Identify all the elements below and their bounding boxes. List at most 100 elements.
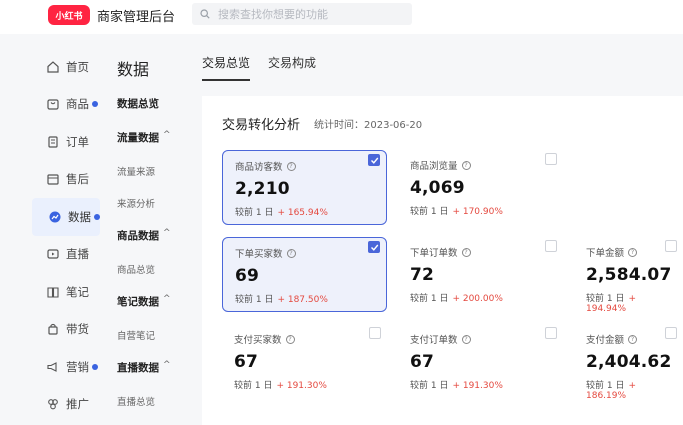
metric-label-row: 支付订单数? <box>410 332 551 346</box>
order-icon <box>48 136 58 148</box>
sidebar-item-goods[interactable]: 商品 <box>30 86 102 124</box>
metric-label: 支付买家数 <box>234 335 282 346</box>
metric-card[interactable]: 支付买家数? 67 较前 1 日 + 191.30% <box>222 324 387 399</box>
metric-checkbox[interactable] <box>368 241 380 253</box>
data-icon <box>49 211 61 223</box>
metric-checkbox[interactable] <box>545 327 557 339</box>
sidebar-item-live[interactable]: 直播 <box>30 236 102 274</box>
sidebar-item-after-sales[interactable]: 售后 <box>30 161 102 199</box>
metric-label: 商品浏览量 <box>410 161 458 172</box>
chevron-up-icon: ^ <box>163 228 171 238</box>
sidebar-item-label: 直播 <box>66 247 89 262</box>
metric-card[interactable]: 支付金额? 2,404.62 较前 1 日 + 186.19% <box>574 324 683 401</box>
metric-checkbox[interactable] <box>665 240 677 252</box>
tab-trade-overview[interactable]: 交易总览 <box>202 54 251 81</box>
compare-label: 较前 1 日 <box>235 295 274 305</box>
subnav-own-notes[interactable]: 自营笔记 <box>117 328 197 360</box>
sidebar-item-marketing[interactable]: 营销 <box>30 348 102 386</box>
subnav-live-overview[interactable]: 直播总览 <box>117 394 197 425</box>
metric-label: 下单金额 <box>586 248 625 259</box>
sidebar-item-home[interactable]: 首页 <box>30 48 102 86</box>
subnav-notes-group[interactable]: 笔记数据 ^ <box>117 294 197 328</box>
metric-label: 下单买家数 <box>235 249 283 260</box>
subnav-goods-overview[interactable]: 商品总览 <box>117 262 197 294</box>
metric-card[interactable]: 下单金额? 2,584.07 较前 1 日 + 194.94% <box>574 237 683 314</box>
subnav-label: 直播数据 <box>117 362 159 374</box>
search-input[interactable]: 搜索查找你想要的功能 <box>192 3 412 25</box>
metric-value: 4,069 <box>410 178 465 198</box>
sidebar-item-orders[interactable]: 订单 <box>30 123 102 161</box>
subnav-traffic-group[interactable]: 流量数据 ^ <box>117 130 197 164</box>
metric-label: 商品访客数 <box>235 162 283 173</box>
sidebar-item-promo[interactable]: 推广 <box>30 386 102 424</box>
compare-label: 较前 1 日 <box>586 381 625 391</box>
help-icon[interactable]: ? <box>285 334 295 344</box>
sidebar-item-label: 带货 <box>66 322 89 337</box>
sidebar-item-label: 订单 <box>66 134 89 149</box>
goods-icon <box>47 99 59 110</box>
search-icon <box>200 9 210 19</box>
help-icon[interactable]: ? <box>628 334 638 344</box>
top-bar: 小红书 商家管理后台 搜索查找你想要的功能 <box>0 0 683 34</box>
compare-label: 较前 1 日 <box>410 294 449 304</box>
subnav-data-overview[interactable]: 数据总览 <box>117 96 197 130</box>
subnav-goods-group[interactable]: 商品数据 ^ <box>117 228 197 262</box>
metric-card[interactable]: 下单买家数? 69 较前 1 日 + 187.50% <box>222 237 387 312</box>
metric-checkbox[interactable] <box>368 154 380 166</box>
metric-checkbox[interactable] <box>369 327 381 339</box>
home-icon <box>47 60 59 73</box>
sidebar-item-data[interactable]: 数据 <box>32 198 100 236</box>
sidebar-item-label: 笔记 <box>66 284 89 299</box>
metric-compare: 较前 1 日 + 186.19% <box>586 378 671 401</box>
subnav-label: 商品数据 <box>117 230 159 242</box>
compare-label: 较前 1 日 <box>234 381 273 391</box>
sidebar-item-label: 推广 <box>66 397 89 412</box>
metric-card[interactable]: 下单订单数? 72 较前 1 日 + 200.00% <box>398 237 563 312</box>
chevron-up-icon: ^ <box>163 294 171 304</box>
sidebar-item-label: 售后 <box>66 172 89 187</box>
sidebar-item-label: 商品 <box>66 97 89 112</box>
subnav-title: 数据 <box>117 60 150 79</box>
metric-compare: 较前 1 日 + 194.94% <box>586 291 671 314</box>
marketing-icon <box>47 361 57 372</box>
metric-compare: 较前 1 日 + 191.30% <box>410 378 551 391</box>
subnav-label: 数据总览 <box>117 98 159 110</box>
subnav-source-analysis[interactable]: 来源分析 <box>117 196 197 228</box>
help-icon[interactable]: ? <box>286 161 296 171</box>
help-icon[interactable]: ? <box>628 247 638 257</box>
compare-label: 较前 1 日 <box>586 294 625 304</box>
metric-compare: 较前 1 日 + 165.94% <box>235 205 374 218</box>
brand-logo[interactable]: 小红书 <box>48 5 90 25</box>
metric-card[interactable]: 商品浏览量? 4,069 较前 1 日 + 170.90% <box>398 150 563 225</box>
subnav-traffic-source[interactable]: 流量来源 <box>117 164 197 196</box>
help-icon[interactable]: ? <box>461 160 471 170</box>
metric-card[interactable]: 支付订单数? 67 较前 1 日 + 191.30% <box>398 324 563 399</box>
metric-label-row: 下单金额? <box>586 245 671 259</box>
sidebar-item-notes[interactable]: 笔记 <box>30 273 102 311</box>
compare-label: 较前 1 日 <box>235 208 274 218</box>
help-icon[interactable]: ? <box>461 247 471 257</box>
metric-label-row: 商品浏览量? <box>410 158 551 172</box>
chevron-up-icon: ^ <box>163 360 171 370</box>
change-value: + 200.00% <box>452 294 503 304</box>
subnav-live-group[interactable]: 直播数据 ^ <box>117 360 197 394</box>
note-icon <box>47 287 59 298</box>
promo-icon <box>48 399 58 410</box>
metric-checkbox[interactable] <box>665 327 677 339</box>
help-icon[interactable]: ? <box>286 248 296 258</box>
app-title: 商家管理后台 <box>97 10 176 25</box>
metric-label-row: 下单买家数? <box>235 246 374 260</box>
help-icon[interactable]: ? <box>461 334 471 344</box>
tab-trade-composition[interactable]: 交易构成 <box>268 54 316 81</box>
metric-label-row: 商品访客数? <box>235 159 374 173</box>
sidebar-item-bag[interactable]: 带货 <box>30 311 102 349</box>
check-icon <box>371 157 379 164</box>
metric-card[interactable]: 商品访客数? 2,210 较前 1 日 + 165.94% <box>222 150 387 225</box>
metric-checkbox[interactable] <box>545 153 557 165</box>
metric-value: 69 <box>235 266 260 286</box>
metric-checkbox[interactable] <box>545 240 557 252</box>
check-icon <box>371 244 379 251</box>
sidebar-item-label: 首页 <box>66 59 89 74</box>
compare-label: 较前 1 日 <box>410 381 449 391</box>
subnav-label: 流量数据 <box>117 132 159 144</box>
